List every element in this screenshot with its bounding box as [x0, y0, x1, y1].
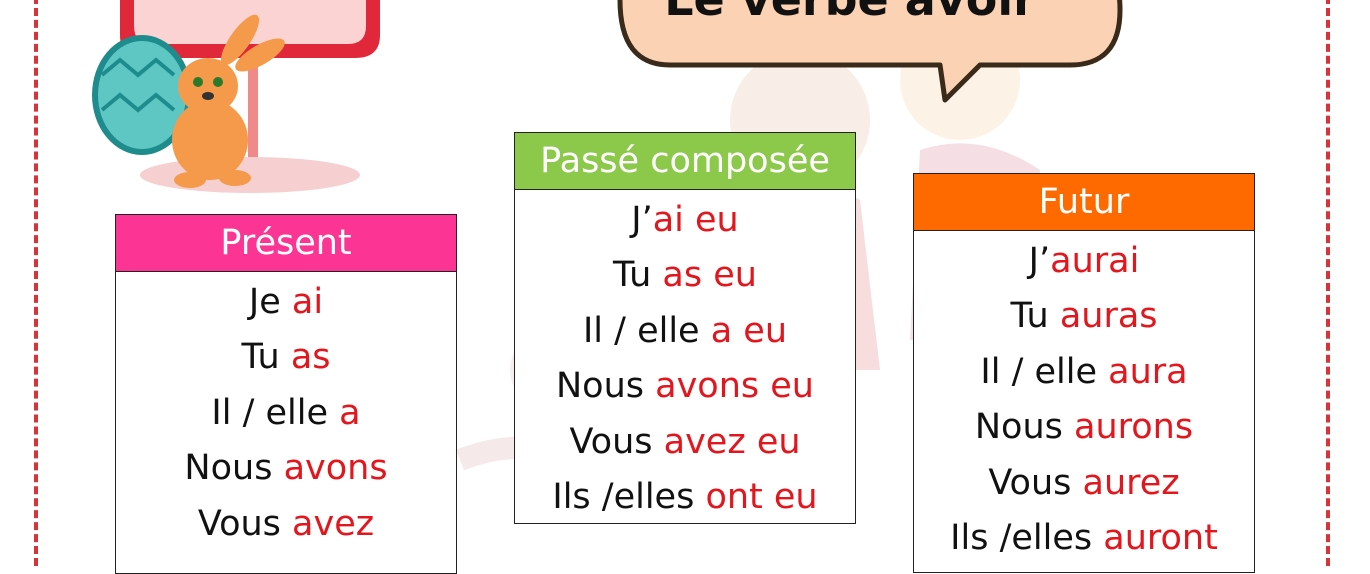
pronoun: Je	[248, 281, 292, 322]
conjugation-row: Ils /elles ont eu	[515, 470, 855, 526]
conjugation-row: J’ ai eu	[515, 192, 855, 248]
verb-form: aura	[1108, 351, 1188, 392]
dashed-border-left	[34, 0, 38, 566]
conjugation-row: Il / elle a	[116, 385, 456, 441]
verb-form: as eu	[662, 255, 757, 296]
verb-form: as	[290, 337, 331, 378]
conjugation-rows: Je ai Tu as Il / elle a Nous avons Vous avez	[116, 272, 456, 552]
dashed-border-right	[1326, 0, 1330, 566]
conjugation-row: Je ai	[116, 274, 456, 330]
pronoun: Tu	[1010, 296, 1060, 337]
conjugation-row: Nous avons	[116, 441, 456, 497]
table-header: Futur	[914, 174, 1254, 231]
pronoun: Vous	[197, 503, 293, 544]
pronoun: Il / elle	[980, 351, 1109, 392]
table-header: Passé composée	[515, 133, 855, 190]
verb-form: a	[339, 392, 361, 433]
verb-form: avons eu	[655, 366, 814, 407]
conjugation-row: Vous avez eu	[515, 414, 855, 470]
sign-with-bunny-clipart	[92, 0, 380, 193]
verb-form: ont eu	[705, 477, 818, 518]
passe-compose-table: Passé composée J’ ai eu Tu as eu Il / elle a…	[514, 132, 856, 524]
verb-form: auront	[1103, 518, 1218, 559]
verb-form: a eu	[710, 310, 788, 351]
conjugation-row: Tu as	[116, 330, 456, 386]
verb-form: auras	[1059, 296, 1158, 337]
pronoun: Il / elle	[582, 310, 711, 351]
verb-form: aurai	[1050, 240, 1140, 281]
conjugation-row: Vous avez	[116, 496, 456, 552]
conjugation-rows: J’ ai eu Tu as eu Il / elle a eu Nous avons …	[515, 190, 855, 525]
conjugation-row: Nous aurons	[914, 400, 1254, 456]
conjugation-row: Tu as eu	[515, 248, 855, 304]
pronoun: Tu	[613, 255, 663, 296]
verb-form: avez eu	[663, 421, 801, 462]
verb-form: aurez	[1082, 462, 1180, 503]
pronoun: Vous	[988, 462, 1083, 503]
conjugation-row: Ils /elles auront	[914, 511, 1254, 567]
pronoun: Il / elle	[211, 392, 340, 433]
pronoun: Tu	[241, 337, 291, 378]
pronoun: Ils /elles	[950, 518, 1104, 559]
conjugation-row: Il / elle aura	[914, 344, 1254, 400]
verb-form: ai eu	[652, 199, 739, 240]
verb-form: avez	[292, 503, 375, 544]
conjugation-row: Tu auras	[914, 289, 1254, 345]
verb-form: ai	[291, 281, 324, 322]
pronoun: Nous	[184, 448, 284, 489]
table-header: Présent	[116, 215, 456, 272]
verb-form: aurons	[1074, 407, 1194, 448]
pronoun: J’	[1028, 240, 1051, 281]
pronoun: Nous	[556, 366, 656, 407]
pronoun: Nous	[974, 407, 1075, 448]
pronoun: Ils /elles	[552, 477, 706, 518]
conjugation-row: Vous aurez	[914, 455, 1254, 511]
conjugation-row: Il / elle a eu	[515, 303, 855, 359]
conjugation-row: J’ aurai	[914, 233, 1254, 289]
page-title: Le verbe avoir	[630, 0, 1070, 26]
futur-table: Futur J’ aurai Tu auras Il / elle aura Nous a…	[913, 173, 1255, 573]
present-table: Présent Je ai Tu as Il / elle a Nous avons Vo…	[115, 214, 457, 574]
conjugation-row: Nous avons eu	[515, 359, 855, 415]
pronoun: J’	[631, 199, 653, 240]
verb-form: avons	[283, 448, 388, 489]
pronoun: Vous	[569, 421, 664, 462]
conjugation-rows: J’ aurai Tu auras Il / elle aura Nous aurons…	[914, 231, 1254, 566]
